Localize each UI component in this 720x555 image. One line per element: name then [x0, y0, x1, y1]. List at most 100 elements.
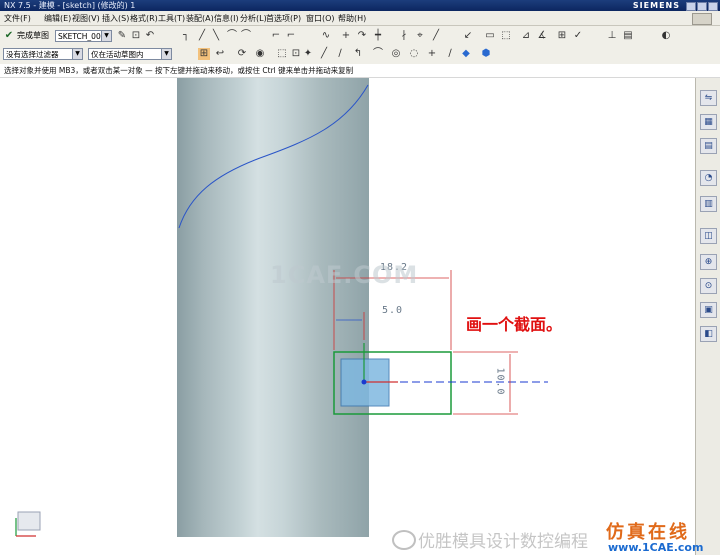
circle-arc-icon[interactable]: ⌒ — [240, 30, 252, 42]
line-alt-icon[interactable]: ╲ — [210, 30, 222, 42]
point-icon[interactable]: + — [340, 30, 352, 42]
type-filter-value: 没有选择过滤器 — [6, 50, 59, 59]
menu-bar: 文件(F) 编辑(E) 视图(V) 插入(S) 格式(R) 工具(T) 装配(A… — [0, 11, 720, 26]
snap-on-curve-icon[interactable]: ∕ — [444, 48, 456, 60]
extend-icon[interactable]: ⌖ — [414, 30, 426, 42]
profile-icon[interactable]: ┐ — [180, 30, 192, 42]
dimension-height[interactable]: 10.0 — [495, 367, 506, 395]
watermark-1cae: 1CAE.COM — [270, 261, 419, 289]
rect-select-icon[interactable]: ⬚ — [276, 48, 288, 60]
snap-point-icon[interactable]: ◉ — [254, 48, 266, 60]
snap-mid-icon[interactable]: ╱ — [318, 48, 330, 60]
graphics-window[interactable] — [0, 78, 693, 555]
web-browser-icon[interactable]: ▥ — [700, 196, 717, 212]
finish-sketch-button[interactable]: 完成草图 — [17, 30, 49, 41]
arc-icon[interactable]: ⌒ — [226, 30, 238, 42]
section-annotation: 画一个截面。 — [466, 315, 563, 334]
snap-quadrant-icon[interactable]: ◌ — [408, 48, 420, 60]
snap-body-icon[interactable]: ⬢ — [480, 48, 492, 60]
box-icon[interactable]: ⊡ — [290, 48, 302, 60]
brand-url: www.1CAE.com — [608, 541, 704, 554]
snap-existing-icon[interactable]: + — [426, 48, 438, 60]
snap-surface-icon[interactable]: ◆ — [460, 48, 472, 60]
menu-assembly[interactable]: 装配(A) — [186, 13, 214, 24]
update-model-icon[interactable]: ↶ — [144, 30, 156, 42]
minimize-button[interactable] — [686, 2, 696, 11]
navigator-icon[interactable]: ⇋ — [700, 90, 717, 106]
siemens-logo: SIEMENS — [632, 1, 680, 10]
constraint-icon[interactable]: ⊞ — [556, 30, 568, 42]
roles-icon[interactable]: ▣ — [700, 302, 717, 318]
menu-window[interactable]: 窗口(O) — [306, 13, 335, 24]
status-prompt: 选择对象并使用 MB3，或者双击某一对象 — 按下左键并拖动来移动，或按住 Ct… — [4, 66, 354, 75]
angular-dim-icon[interactable]: ∡ — [536, 30, 548, 42]
menu-analysis[interactable]: 分析(L) — [240, 13, 267, 24]
menu-info[interactable]: 信息(I) — [214, 13, 239, 24]
history-icon[interactable]: ◫ — [700, 228, 717, 244]
status-line: 选择对象并使用 MB3，或者双击某一对象 — 按下左键并拖动来移动，或按住 Ct… — [0, 64, 720, 78]
menu-help[interactable]: 帮助(H) — [338, 13, 366, 24]
general-selection-icon[interactable]: ⊞ — [198, 48, 210, 60]
dimension-icon[interactable]: ⊿ — [520, 30, 532, 42]
trim-icon[interactable]: ∤ — [398, 30, 410, 42]
menu-edit[interactable]: 编辑(E) — [44, 13, 71, 24]
nx-logo-icon — [692, 13, 712, 25]
fillet-icon[interactable]: ⌐ — [270, 30, 282, 42]
resource-bar: ⇋ ▦ ▤ ◔ ▥ ◫ ⊕ ⊙ ▣ ◧ — [695, 78, 720, 555]
window-title: NX 7.5 - 建模 - [sketch] (修改的) 1 — [4, 1, 136, 10]
selection-toolbar: 没有选择过滤器 ▼ 仅在活动草图内 ▼ ⊞ ↩ ⟳ ◉ ⬚ ⊡ ✦ ╱ ∕ ↰ … — [0, 46, 720, 65]
close-button[interactable] — [708, 2, 718, 11]
menu-preferences[interactable]: 首选项(P) — [266, 13, 301, 24]
selection-scope-select[interactable]: 仅在活动草图内 ▼ — [88, 48, 172, 60]
wechat-icon — [392, 530, 416, 550]
finish-sketch-icon: ✔ — [4, 30, 14, 41]
mirror-icon[interactable]: ↙ — [462, 30, 474, 42]
sketch-name-value: SKETCH_000 — [58, 32, 106, 41]
line-icon[interactable]: ╱ — [196, 30, 208, 42]
part-navigator-icon[interactable]: ▤ — [700, 138, 717, 154]
snap-intersection-icon[interactable]: ↰ — [352, 48, 364, 60]
corner-icon[interactable]: ╱ — [430, 30, 442, 42]
auto-constrain-icon[interactable]: ✓ — [572, 30, 584, 42]
menu-format[interactable]: 格式(R) — [130, 13, 158, 24]
menu-tools[interactable]: 工具(T) — [158, 13, 185, 24]
offset-curve-icon[interactable]: ↷ — [356, 30, 368, 42]
snap-end-icon[interactable]: ✦ — [302, 48, 314, 60]
process-studio-icon[interactable]: ⊙ — [700, 278, 717, 294]
spline-icon[interactable]: ∿ — [320, 30, 332, 42]
animate-icon[interactable]: ◐ — [660, 30, 672, 42]
palettes-icon[interactable]: ◧ — [700, 326, 717, 342]
menu-insert[interactable]: 插入(S) — [102, 13, 129, 24]
chevron-down-icon[interactable]: ▼ — [72, 49, 82, 59]
snap-center-icon[interactable]: ◎ — [390, 48, 402, 60]
orient-to-sketch-icon[interactable]: ✎ — [116, 30, 128, 42]
menu-file[interactable]: 文件(F) — [4, 13, 31, 24]
polygon-icon[interactable]: ⬚ — [500, 30, 512, 42]
watermark-account: 优胜模具设计数控编程 — [418, 532, 588, 552]
dimension-inner-offset[interactable]: 5.0 — [382, 305, 403, 316]
chamfer-icon[interactable]: ⌐ — [285, 30, 297, 42]
selection-scope-value: 仅在活动草图内 — [91, 50, 144, 59]
chevron-down-icon[interactable]: ▼ — [101, 31, 111, 41]
perpendicular-icon[interactable]: ⊥ — [606, 30, 618, 42]
window-titlebar: NX 7.5 - 建模 - [sketch] (修改的) 1 SIEMENS — [0, 0, 720, 11]
pattern-icon[interactable]: ┿ — [372, 30, 384, 42]
menu-view[interactable]: 视图(V) — [72, 13, 100, 24]
rotate-view-icon[interactable]: ⟳ — [236, 48, 248, 60]
wcs-triad-icon — [15, 511, 41, 537]
reuse-library-icon[interactable]: ◔ — [700, 170, 717, 186]
show-constraints-icon[interactable]: ▤ — [622, 30, 634, 42]
sketch-name-select[interactable]: SKETCH_000 ▼ — [55, 30, 112, 42]
assembly-navigator-icon[interactable]: ▦ — [700, 114, 717, 130]
reattach-icon[interactable]: ⊡ — [130, 30, 142, 42]
maximize-button[interactable] — [697, 2, 707, 11]
sketch-toolbar: ✔ 完成草图 SKETCH_000 ▼ ✎ ⊡ ↶ ┐ ╱ ╲ ⌒ ⌒ ⌐ ⌐ … — [0, 26, 720, 47]
undo-selection-icon[interactable]: ↩ — [214, 48, 226, 60]
system-materials-icon[interactable]: ⊕ — [700, 254, 717, 270]
type-filter-select[interactable]: 没有选择过滤器 ▼ — [3, 48, 83, 60]
chevron-down-icon[interactable]: ▼ — [161, 49, 171, 59]
rectangle-icon[interactable]: ▭ — [484, 30, 496, 42]
snap-control-icon[interactable]: ∕ — [334, 48, 346, 60]
cylinder-body — [177, 78, 369, 537]
snap-arc-icon[interactable]: ⌒ — [372, 48, 384, 60]
